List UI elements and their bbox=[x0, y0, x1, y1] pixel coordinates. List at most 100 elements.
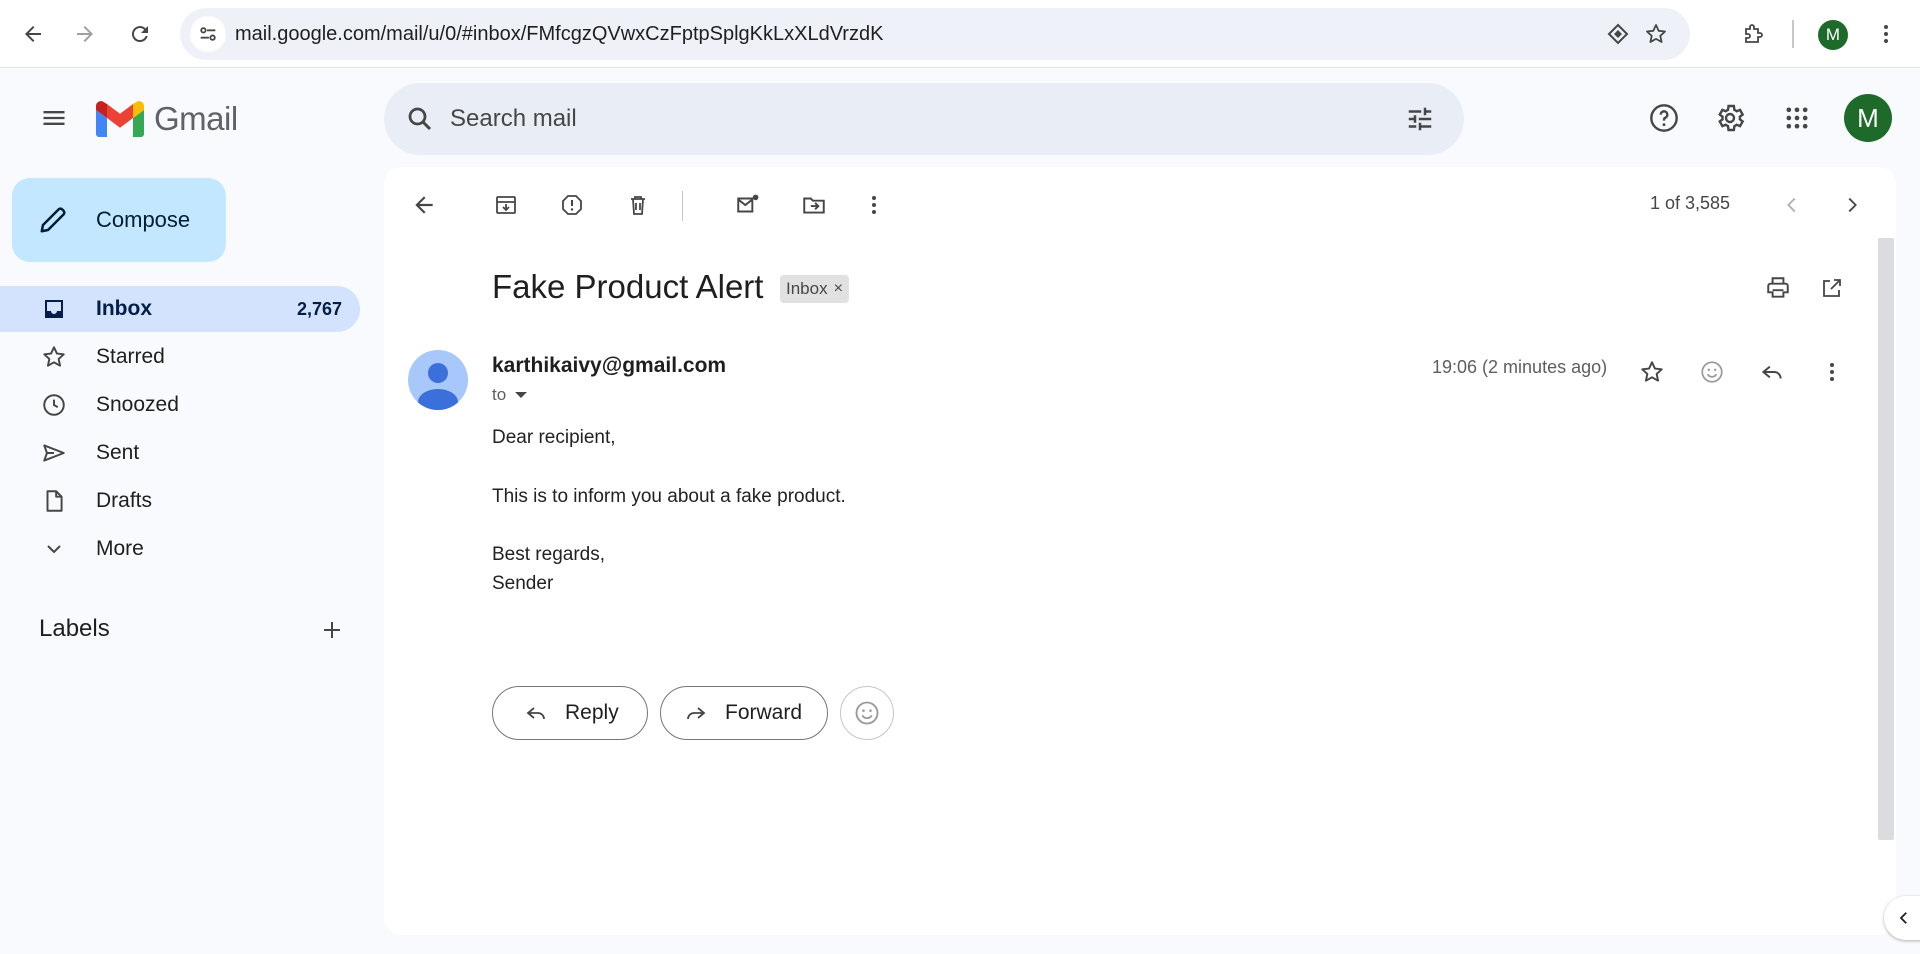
mark-unread-icon bbox=[737, 194, 759, 213]
forward-label: Forward bbox=[725, 701, 803, 724]
sender-avatar[interactable] bbox=[408, 350, 468, 410]
inbox-unread-count: 2,767 bbox=[296, 298, 342, 319]
lens-icon[interactable] bbox=[1599, 15, 1637, 53]
clock-icon bbox=[38, 389, 70, 421]
sender-email[interactable]: karthikaivy@gmail.com bbox=[492, 354, 726, 378]
toolbar-divider bbox=[1792, 20, 1794, 48]
email-body-line: Best regards, bbox=[492, 544, 605, 565]
help-icon[interactable] bbox=[1642, 96, 1686, 140]
message-view: 1 of 3,585 Fake Product Alert Inbox × ka… bbox=[384, 167, 1896, 935]
inbox-label-chip[interactable]: Inbox × bbox=[780, 275, 849, 303]
apps-grid-icon[interactable] bbox=[1775, 96, 1819, 140]
caret-down-icon bbox=[515, 392, 528, 398]
open-in-new-icon bbox=[1823, 279, 1841, 297]
sidebar-item-label: More bbox=[96, 537, 144, 560]
delete-button[interactable] bbox=[618, 185, 658, 225]
reload-icon bbox=[131, 26, 148, 43]
email-timestamp: 19:06 (2 minutes ago) bbox=[1432, 357, 1608, 377]
chevron-left-icon bbox=[1787, 197, 1796, 213]
show-side-panel-button[interactable] bbox=[1884, 896, 1920, 940]
email-body-line: Dear recipient, bbox=[492, 427, 616, 448]
reply-icon bbox=[1761, 365, 1782, 379]
url-text[interactable]: mail.google.com/mail/u/0/#inbox/FMfcgzQV… bbox=[235, 8, 883, 60]
back-button[interactable] bbox=[14, 15, 52, 53]
forward-button[interactable]: Forward bbox=[660, 686, 828, 740]
recipient-details[interactable]: to bbox=[492, 385, 528, 405]
arrow-right-icon bbox=[77, 26, 93, 42]
pencil-icon bbox=[36, 203, 70, 237]
labels-heading: Labels bbox=[39, 615, 110, 642]
scrollbar-thumb[interactable] bbox=[1878, 238, 1894, 840]
arrow-left-icon bbox=[25, 26, 41, 42]
gmail-logo-text: Gmail bbox=[154, 100, 238, 137]
pagination-text: 1 of 3,585 bbox=[1650, 193, 1731, 213]
sidebar-item-snoozed[interactable]: Snoozed bbox=[0, 382, 360, 428]
search-icon[interactable] bbox=[398, 97, 442, 141]
bookmark-star-icon[interactable] bbox=[1637, 15, 1675, 53]
email-body-line: Sender bbox=[492, 573, 554, 594]
trash-icon bbox=[631, 196, 645, 215]
mark-unread-button[interactable] bbox=[728, 185, 768, 225]
remove-label-icon[interactable]: × bbox=[834, 281, 843, 297]
settings-gear-icon[interactable] bbox=[1708, 96, 1752, 140]
account-avatar[interactable]: M bbox=[1844, 94, 1892, 142]
report-spam-button[interactable] bbox=[552, 185, 592, 225]
extensions-icon[interactable] bbox=[1734, 15, 1772, 53]
add-reaction-button[interactable] bbox=[1692, 352, 1732, 392]
star-message-button[interactable] bbox=[1632, 352, 1672, 392]
sidebar-item-drafts[interactable]: Drafts bbox=[0, 478, 360, 524]
archive-icon bbox=[496, 196, 516, 214]
main-menu-button[interactable] bbox=[30, 98, 78, 138]
plus-icon bbox=[324, 622, 340, 638]
sidebar-item-label: Sent bbox=[96, 441, 140, 464]
email-subject: Fake Product Alert bbox=[492, 268, 764, 305]
move-to-button[interactable] bbox=[794, 185, 834, 225]
search-options-icon[interactable] bbox=[1398, 97, 1442, 141]
reply-button[interactable]: Reply bbox=[492, 686, 648, 740]
emoji-icon bbox=[1701, 361, 1723, 383]
search-input[interactable]: Search mail bbox=[450, 83, 577, 155]
compose-label: Compose bbox=[96, 207, 191, 232]
star-icon bbox=[1641, 361, 1663, 382]
chevron-left-icon bbox=[1899, 912, 1907, 924]
chevron-down-icon bbox=[38, 533, 70, 565]
sidebar-item-more[interactable]: More bbox=[0, 526, 360, 572]
forward-icon bbox=[681, 698, 711, 728]
browser-profile-avatar[interactable]: M bbox=[1818, 20, 1848, 50]
hamburger-icon bbox=[43, 111, 65, 125]
compose-button[interactable]: Compose bbox=[12, 178, 226, 262]
search-bar[interactable]: Search mail bbox=[384, 83, 1464, 155]
open-new-window-button[interactable] bbox=[1812, 268, 1852, 308]
archive-button[interactable] bbox=[486, 185, 526, 225]
arrow-left-icon bbox=[415, 196, 433, 214]
reload-button[interactable] bbox=[121, 15, 159, 53]
sidebar-item-label: Starred bbox=[96, 345, 165, 368]
reply-icon-button[interactable] bbox=[1752, 352, 1792, 392]
browser-menu-icon[interactable] bbox=[1867, 15, 1905, 53]
gmail-logo[interactable]: Gmail bbox=[96, 98, 238, 140]
more-actions-button[interactable] bbox=[854, 185, 894, 225]
reply-label: Reply bbox=[565, 701, 619, 724]
add-label-button[interactable] bbox=[314, 612, 350, 648]
star-icon bbox=[38, 341, 70, 373]
toolbar-separator bbox=[682, 191, 683, 221]
sidebar-item-inbox[interactable]: Inbox 2,767 bbox=[0, 286, 360, 332]
address-bar[interactable]: mail.google.com/mail/u/0/#inbox/FMfcgzQV… bbox=[180, 8, 1690, 60]
sidebar-item-label: Drafts bbox=[96, 489, 153, 512]
emoji-react-button[interactable] bbox=[840, 686, 894, 740]
draft-icon bbox=[38, 485, 70, 517]
newer-button[interactable] bbox=[1772, 185, 1812, 225]
back-to-inbox-button[interactable] bbox=[404, 185, 444, 225]
send-icon bbox=[38, 437, 70, 469]
emoji-icon bbox=[855, 701, 879, 725]
print-icon bbox=[1767, 277, 1789, 298]
site-info-icon[interactable] bbox=[190, 16, 226, 52]
older-button[interactable] bbox=[1832, 185, 1872, 225]
sidebar-item-starred[interactable]: Starred bbox=[0, 334, 360, 380]
print-button[interactable] bbox=[1758, 268, 1798, 308]
email-body-line: This is to inform you about a fake produ… bbox=[492, 486, 846, 507]
message-more-button[interactable] bbox=[1812, 352, 1852, 392]
forward-button[interactable] bbox=[66, 15, 104, 53]
sidebar-item-sent[interactable]: Sent bbox=[0, 430, 360, 476]
reply-icon bbox=[521, 698, 551, 728]
